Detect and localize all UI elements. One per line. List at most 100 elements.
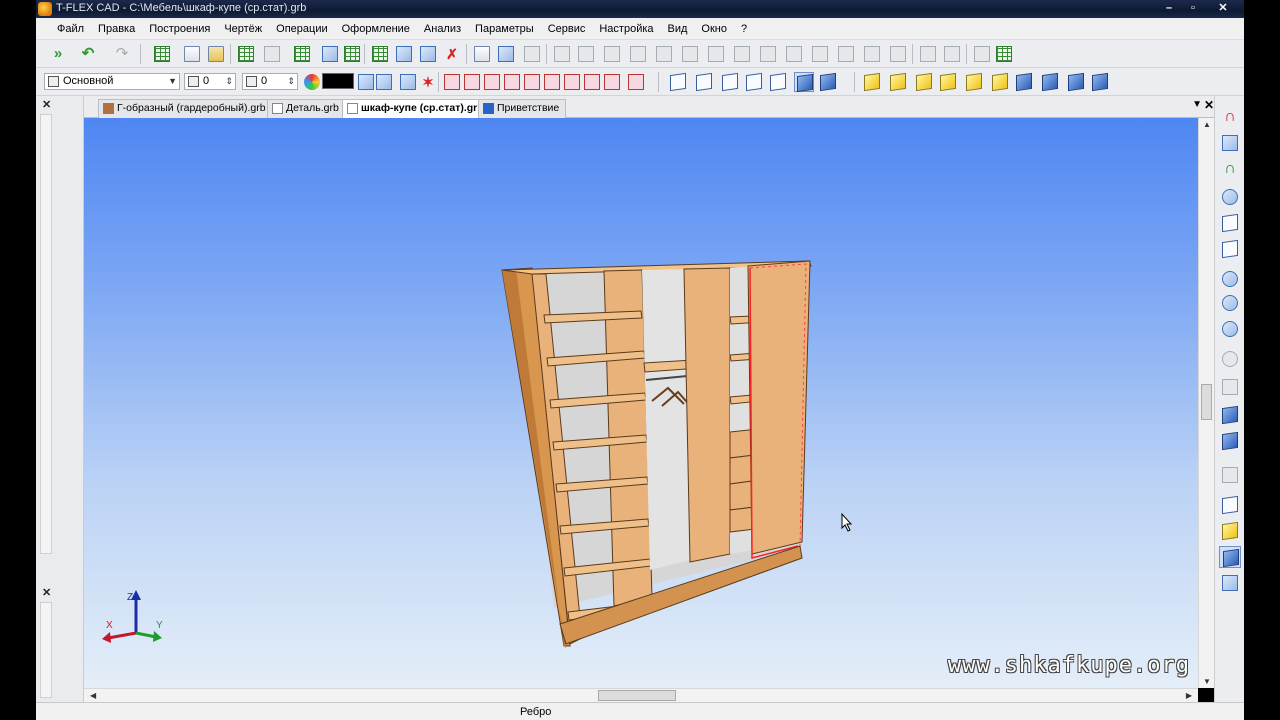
rotate-button[interactable]	[1219, 348, 1241, 370]
disabled-tool-9[interactable]	[732, 44, 752, 64]
property-button[interactable]	[374, 72, 394, 92]
viewport-vertical-scrollbar[interactable]: ▲ ▼	[1198, 118, 1214, 688]
copy-button[interactable]	[182, 44, 202, 64]
scroll-thumb[interactable]	[598, 690, 676, 701]
insert-fragment-button[interactable]	[370, 44, 390, 64]
disabled-tool-16[interactable]	[918, 44, 938, 64]
snap-magnet-button[interactable]: ∩	[1219, 158, 1241, 180]
disabled-tool-5[interactable]	[628, 44, 648, 64]
refresh-button[interactable]	[320, 44, 340, 64]
close-panel-icon[interactable]: ✕	[42, 98, 51, 111]
redo-button[interactable]: ↷	[112, 44, 132, 64]
scroll-down-icon[interactable]: ▼	[1203, 677, 1211, 686]
disabled-tool-11[interactable]	[784, 44, 804, 64]
filter-9[interactable]	[602, 72, 622, 92]
pin-button[interactable]	[1219, 132, 1241, 154]
table-button[interactable]	[152, 44, 172, 64]
grid-gray-button[interactable]	[262, 44, 282, 64]
filter-2[interactable]	[462, 72, 482, 92]
fit-all-button[interactable]	[1219, 212, 1241, 234]
disabled-tool-10[interactable]	[758, 44, 778, 64]
disabled-tool-4[interactable]	[602, 44, 622, 64]
color-swatch[interactable]	[322, 73, 354, 89]
cross-view-button[interactable]	[1219, 430, 1241, 452]
wire-view-button[interactable]	[1219, 494, 1241, 516]
pages-button[interactable]	[472, 44, 492, 64]
snap2-button[interactable]: ✶	[418, 72, 438, 92]
filter-3[interactable]	[482, 72, 502, 92]
view-hidden[interactable]	[694, 72, 714, 92]
close-tab-icon[interactable]: ✕	[1204, 98, 1214, 112]
variables-button[interactable]	[292, 44, 312, 64]
sheet-button[interactable]	[994, 44, 1014, 64]
view-iso-2[interactable]	[1040, 72, 1060, 92]
confirm-button[interactable]: »	[48, 44, 68, 64]
disabled-tool-15[interactable]	[888, 44, 908, 64]
disabled-tool-6[interactable]	[654, 44, 674, 64]
view-iso-3[interactable]	[1066, 72, 1086, 92]
tab-g-shaped[interactable]: Г-образный (гардеробный).grb	[98, 99, 273, 118]
filter-4[interactable]	[502, 72, 522, 92]
disabled-tool-13[interactable]	[836, 44, 856, 64]
view-back[interactable]	[888, 72, 908, 92]
disabled-tool-14[interactable]	[862, 44, 882, 64]
layer-select[interactable]: Основной ▼	[44, 73, 180, 90]
paste-button[interactable]	[206, 44, 226, 64]
view-edges[interactable]	[768, 72, 788, 92]
zoom-in-button[interactable]	[1219, 268, 1241, 290]
undo-button[interactable]: ↶	[78, 44, 98, 64]
delete-button[interactable]: ✗	[442, 44, 462, 64]
disabled-tool-17[interactable]	[942, 44, 962, 64]
view-right[interactable]	[938, 72, 958, 92]
filter-5[interactable]	[522, 72, 542, 92]
scroll-right-icon[interactable]: ▶	[1186, 691, 1192, 700]
view-top[interactable]	[964, 72, 984, 92]
view-front[interactable]	[862, 72, 882, 92]
close-window-button[interactable]: ✕	[1212, 1, 1234, 15]
view-iso-4[interactable]	[1090, 72, 1110, 92]
color-palette-button[interactable]	[302, 72, 322, 92]
plane-button[interactable]	[1219, 464, 1241, 486]
filter-8[interactable]	[582, 72, 602, 92]
filter-6[interactable]	[542, 72, 562, 92]
level-input[interactable]: 0 ⇕	[184, 73, 236, 90]
view-selection-active[interactable]	[794, 72, 814, 93]
view-left[interactable]	[914, 72, 934, 92]
insert-picture-button[interactable]	[394, 44, 414, 64]
window-view-button[interactable]	[1219, 572, 1241, 594]
view-outline[interactable]	[744, 72, 764, 92]
menu-service[interactable]: Сервис	[541, 23, 593, 35]
panel-scrollbar[interactable]	[40, 602, 52, 698]
menu-drawing[interactable]: Чертёж	[217, 23, 269, 35]
3d-viewport[interactable]: Z X Y www.shkafkupe.org	[84, 118, 1198, 688]
menu-edit[interactable]: Правка	[91, 23, 142, 35]
filter-1[interactable]	[442, 72, 462, 92]
zoom-window-button[interactable]	[1219, 186, 1241, 208]
fit-view-button[interactable]	[1219, 238, 1241, 260]
select-view-button[interactable]	[1219, 546, 1241, 568]
view-hidden-dashed[interactable]	[720, 72, 740, 92]
menu-help[interactable]: ?	[734, 23, 754, 35]
maximize-button[interactable]: ▫	[1182, 1, 1204, 15]
minimize-button[interactable]: –	[1158, 1, 1180, 15]
menu-window[interactable]: Окно	[694, 23, 734, 35]
tab-detail[interactable]: Деталь.grb	[267, 99, 346, 118]
disabled-tool-2[interactable]	[552, 44, 572, 64]
link-button[interactable]	[418, 44, 438, 64]
scroll-left-icon[interactable]: ◀	[90, 691, 96, 700]
panel-scrollbar[interactable]	[40, 114, 52, 554]
menu-analysis[interactable]: Анализ	[417, 23, 468, 35]
menu-formatting[interactable]: Оформление	[335, 23, 417, 35]
structure-button[interactable]	[496, 44, 516, 64]
view-shaded[interactable]	[818, 72, 838, 92]
filter-7[interactable]	[562, 72, 582, 92]
disabled-view-button[interactable]	[1219, 376, 1241, 398]
chevron-down-icon[interactable]: ▼	[1192, 99, 1202, 110]
spreadsheet-button[interactable]	[236, 44, 256, 64]
tab-welcome[interactable]: Приветствие	[478, 99, 567, 118]
disabled-tool-7[interactable]	[680, 44, 700, 64]
disabled-tool-18[interactable]	[972, 44, 992, 64]
color-dropdown-button[interactable]	[356, 72, 376, 92]
close-panel-icon[interactable]: ✕	[42, 586, 51, 599]
menu-file[interactable]: Файл	[50, 23, 91, 35]
